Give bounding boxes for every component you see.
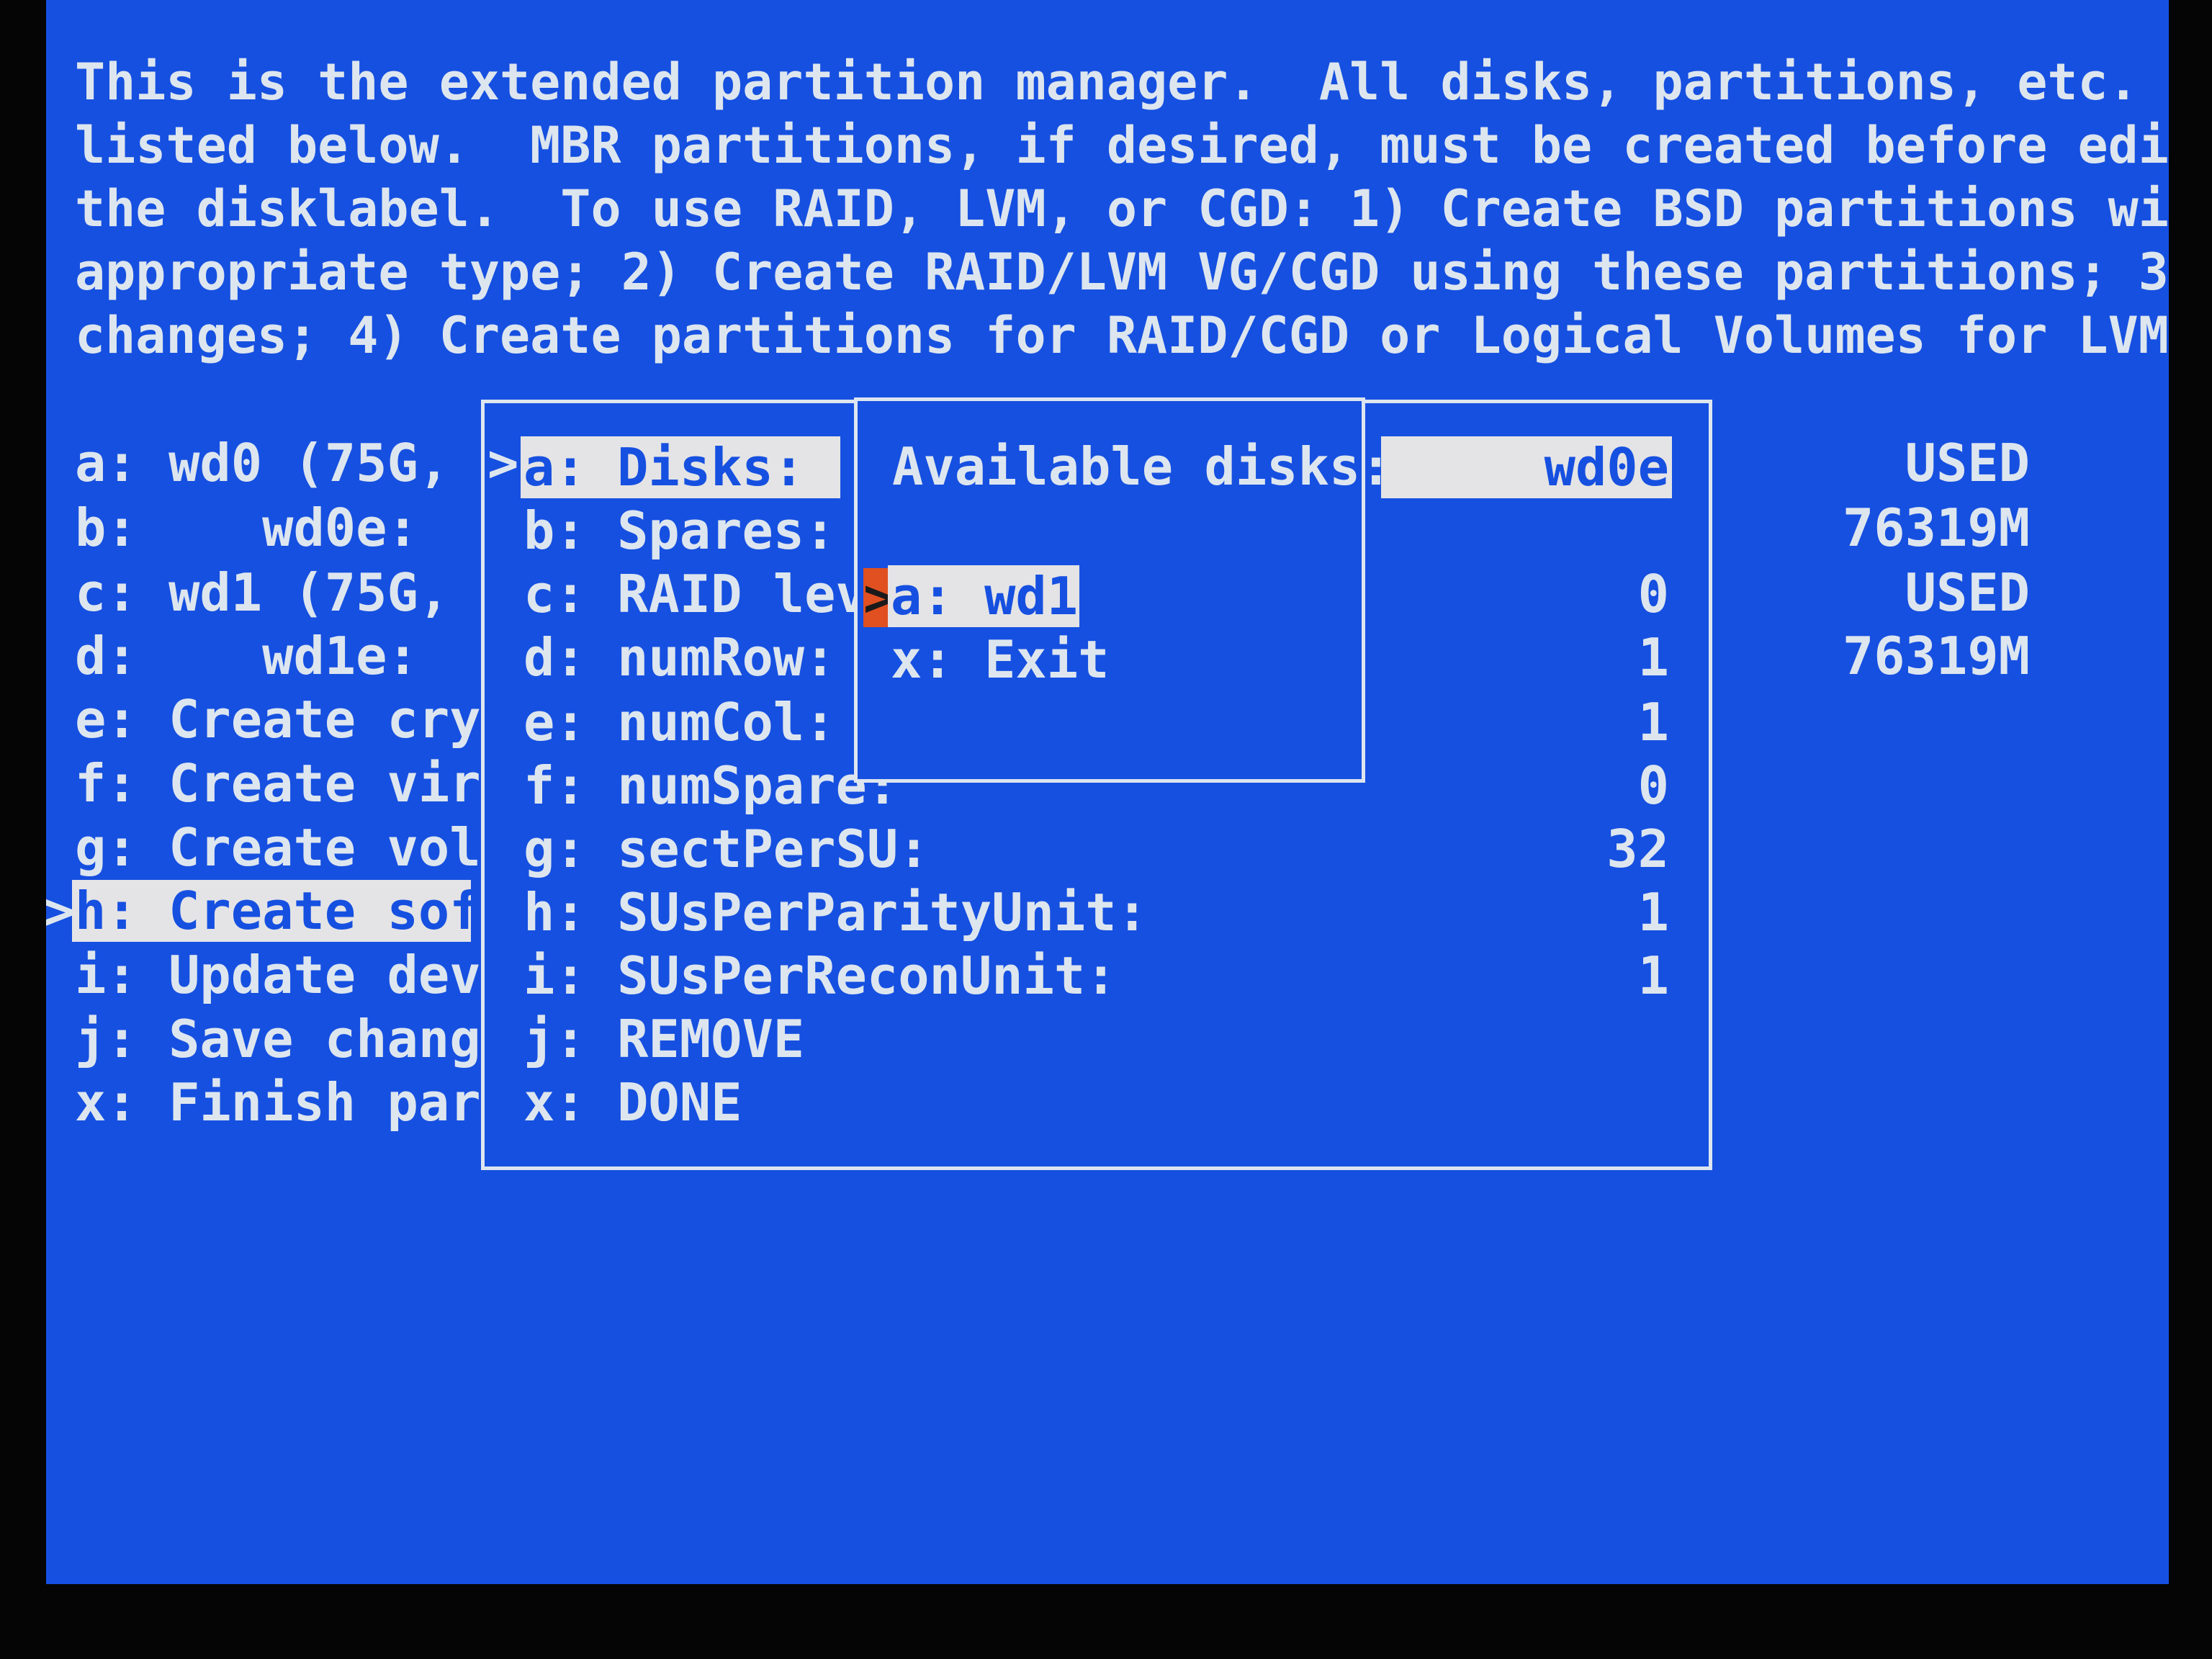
- main-menu-item-c[interactable]: c: wd1 (75G, Ma: [75, 562, 543, 624]
- raid-item-done[interactable]: x: DONE: [523, 1071, 742, 1133]
- terminal-screen: This is the extended partition manager. …: [46, 0, 2169, 1584]
- raid-item-sectpersu[interactable]: g: sectPerSU:: [523, 818, 930, 880]
- raid-item-susperparityunit[interactable]: h: SUsPerParityUnit:: [523, 881, 1148, 943]
- menu-key: d:: [523, 627, 586, 688]
- menu-key: i:: [75, 945, 138, 1005]
- raid-item-disks[interactable]: a: Disks:: [521, 436, 840, 498]
- intro-line: changes; 4) Create partitions for RAID/C…: [75, 306, 2169, 365]
- menu-key: g:: [523, 819, 586, 879]
- raid-item-numcol[interactable]: e: numCol:: [523, 691, 836, 753]
- menu-key: a:: [891, 566, 953, 626]
- menu-label: wd1e: [984, 566, 1110, 626]
- main-menu-value: 76319M: [1842, 498, 2030, 558]
- menu-key: e:: [523, 692, 586, 752]
- available-disks-popup: Available disks: > a: wd1e x: Exit: [854, 397, 1392, 783]
- main-menu-item-d[interactable]: d: wd1e:: [75, 625, 418, 687]
- raid-item-numrow[interactable]: d: numRow:: [523, 626, 836, 688]
- menu-label: sectPerSU:: [617, 819, 930, 879]
- intro-line: This is the extended partition manager. …: [75, 53, 2169, 112]
- menu-label: Exit: [984, 629, 1110, 690]
- main-menu-item-e[interactable]: e: Create crypt: [75, 688, 543, 750]
- raid-value-susperparityunit: 1: [1637, 882, 1669, 943]
- menu-label: wd0e:: [168, 498, 418, 558]
- menu-key: d:: [75, 626, 138, 686]
- menu-key: b:: [523, 500, 586, 561]
- menu-key: a:: [75, 433, 138, 493]
- menu-key: c:: [523, 564, 586, 624]
- main-menu-value: USED: [1905, 562, 2030, 623]
- menu-label: DONE: [617, 1072, 742, 1133]
- raid-item-spares[interactable]: b: Spares:: [523, 500, 836, 562]
- raid-item-raid-level[interactable]: c: RAID leve: [523, 563, 898, 625]
- menu-label: wd1e:: [168, 626, 418, 686]
- menu-label: REMOVE: [617, 1009, 805, 1069]
- menu-key: j:: [523, 1009, 586, 1069]
- intro-line: the disklabel. To use RAID, LVM, or CGD:…: [75, 179, 2169, 238]
- popup-cursor: >: [863, 567, 895, 628]
- intro-text: This is the extended partition manager. …: [75, 50, 2169, 367]
- main-menu-item-j[interactable]: j: Save changes: [75, 1008, 543, 1070]
- popup-title: Available disks:: [892, 436, 1392, 497]
- raid-value-sectpersu: 32: [1606, 819, 1669, 879]
- menu-key: h:: [523, 882, 586, 943]
- main-menu-item-h[interactable]: h: Create softw: [72, 880, 543, 942]
- menu-key: c:: [75, 562, 138, 623]
- main-menu-value: USED: [1905, 433, 2030, 493]
- raid-value-numcol: 1: [1637, 692, 1669, 752]
- raid-value-numrow: 1: [1637, 627, 1669, 688]
- intro-line: appropriate type; 2) Create RAID/LVM VG/…: [75, 243, 2169, 302]
- raid-item-numspare[interactable]: f: numSpare:: [523, 755, 898, 817]
- main-menu-item-x[interactable]: x: Finish parti: [75, 1071, 543, 1133]
- main-menu-value: 76319M: [1842, 626, 2030, 686]
- popup-item-wd1e[interactable]: a: wd1e: [888, 565, 1109, 627]
- menu-label: Disks:: [617, 437, 805, 498]
- menu-key: j:: [75, 1009, 138, 1069]
- main-menu-cursor: >: [46, 881, 75, 941]
- menu-label: SUsPerParityUnit:: [617, 882, 1148, 943]
- intro-line: listed below. MBR partitions, if desired…: [75, 116, 2169, 175]
- raid-value-susperreconunit: 1: [1637, 945, 1669, 1006]
- menu-label: SUsPerReconUnit:: [617, 945, 1117, 1006]
- menu-key: f:: [75, 753, 138, 814]
- main-menu-item-g[interactable]: g: Create volum: [75, 817, 543, 878]
- menu-key: e:: [75, 689, 138, 750]
- raid-value-disks: wd0e: [1381, 436, 1672, 498]
- menu-label: numRow:: [617, 627, 836, 688]
- popup-item-exit[interactable]: x: Exit: [891, 629, 1109, 691]
- raid-value-raid-level: 0: [1637, 564, 1669, 624]
- menu-key: g:: [75, 817, 138, 878]
- menu-label: numCol:: [617, 692, 836, 752]
- menu-label: Spares:: [617, 500, 836, 561]
- menu-key: x:: [75, 1072, 138, 1133]
- menu-key: f:: [523, 755, 586, 816]
- raid-menu-cursor: >: [487, 433, 519, 493]
- menu-key: i:: [523, 945, 586, 1006]
- main-menu-item-a[interactable]: a: wd0 (75G, Ma: [75, 432, 543, 494]
- menu-key: b:: [75, 498, 138, 558]
- menu-key: x:: [523, 1072, 586, 1133]
- raid-item-remove[interactable]: j: REMOVE: [523, 1008, 804, 1070]
- raid-item-susperreconunit[interactable]: i: SUsPerReconUnit:: [523, 945, 1117, 1007]
- raid-value-numspare: 0: [1637, 755, 1669, 816]
- menu-key: a:: [523, 437, 586, 498]
- menu-key: h:: [75, 881, 138, 941]
- menu-key: x:: [891, 629, 953, 690]
- main-menu-item-f[interactable]: f: Create virtu: [75, 752, 543, 814]
- main-menu-item-b[interactable]: b: wd0e:: [75, 497, 418, 559]
- main-menu-item-i[interactable]: i: Update devic: [75, 944, 543, 1006]
